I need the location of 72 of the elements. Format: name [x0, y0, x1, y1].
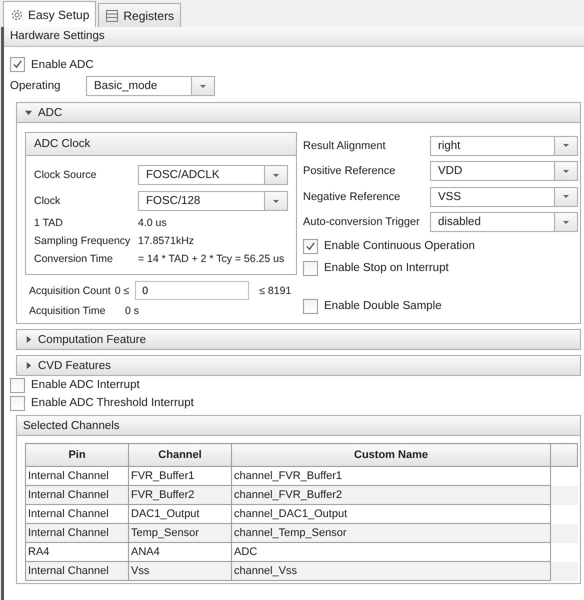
gear-icon	[10, 8, 24, 22]
field-label: Negative Reference	[303, 190, 402, 203]
dropdown[interactable]: Basic_mode	[86, 76, 215, 96]
checkbox-label: Enable ADC	[31, 58, 94, 70]
column-header: Pin	[26, 444, 128, 466]
upper-bound: ≤ 8191	[259, 284, 292, 296]
section-header[interactable]: CVD Features	[16, 355, 581, 376]
list-icon	[105, 8, 120, 22]
tab[interactable]: Easy Setup	[3, 1, 96, 27]
check-icon	[12, 59, 23, 70]
field-label: Auto-conversion Trigger	[303, 216, 421, 228]
dropdown[interactable]: FOSC/ADCLK	[138, 165, 288, 185]
table-cell: Internal Channel	[26, 486, 128, 504]
caret-icon	[272, 198, 280, 204]
checkbox-label: Enable Stop on Interrupt	[324, 262, 449, 274]
field-label: Operating	[10, 80, 62, 92]
caret-icon	[562, 168, 570, 174]
field-label: Clock	[34, 195, 62, 207]
caret-icon	[562, 143, 570, 148]
section-header: Hardware Settings	[4, 27, 584, 47]
checkbox-label: Enable Continuous Operation	[324, 240, 475, 252]
checkbox-label: Enable ADC Threshold Interrupt	[31, 397, 194, 409]
section-header[interactable]: Computation Feature	[16, 329, 581, 350]
expand-icon	[25, 362, 32, 369]
table-cell: channel_Temp_Sensor	[232, 524, 550, 542]
caret-icon	[272, 172, 280, 178]
group-header: ADC Clock	[26, 133, 296, 156]
field-label: Result Alignment	[303, 140, 387, 152]
expand-icon	[25, 109, 32, 116]
table-cell: Vss	[128, 562, 232, 580]
section-header: Selected Channels	[17, 416, 580, 436]
field-label: Positive Reference	[303, 165, 396, 178]
checkbox[interactable]	[10, 378, 25, 392]
checkbox-label: Enable Double Sample	[324, 300, 442, 312]
checkbox[interactable]	[10, 396, 25, 410]
field-label: Clock Source	[34, 169, 98, 181]
info-value: 4.0 us	[138, 217, 167, 229]
dropdown[interactable]: VSS	[430, 186, 578, 207]
table-cell: channel_FVR_Buffer2	[232, 486, 550, 504]
column-header: Custom Name	[232, 444, 550, 466]
lower-bound: 0 ≤	[114, 284, 130, 296]
checkbox[interactable]	[303, 260, 318, 276]
info-value: 17.8571kHz	[138, 235, 194, 247]
table-cell: Internal Channel	[26, 524, 128, 542]
dropdown[interactable]: disabled	[430, 212, 578, 232]
expand-icon	[25, 336, 32, 343]
info-label: Acquisition Time	[29, 305, 106, 317]
dropdown[interactable]: FOSC/128	[138, 191, 288, 211]
column-header: Channel	[128, 444, 232, 466]
checkbox-label: Enable ADC Interrupt	[31, 379, 140, 391]
info-label: Sampling Frequency	[34, 235, 132, 247]
table-cell: channel_Vss	[232, 562, 550, 580]
section-header[interactable]: ADC	[17, 103, 580, 123]
check-icon	[305, 240, 316, 252]
info-value: 0 s	[125, 305, 140, 317]
caret-icon	[562, 194, 570, 200]
info-label: 1 TAD	[34, 217, 64, 229]
checkbox[interactable]	[10, 57, 25, 72]
field-label: Acquisition Count	[29, 284, 111, 296]
table-cell: Internal Channel	[26, 562, 128, 580]
table-cell: FVR_Buffer2	[128, 486, 232, 504]
input-field[interactable]: 0	[135, 281, 250, 300]
tab[interactable]: Registers	[98, 3, 182, 27]
dropdown[interactable]: VDD	[430, 161, 578, 182]
table-cell: Temp_Sensor	[128, 524, 232, 542]
checkbox[interactable]	[303, 298, 318, 314]
info-value: = 14 * TAD + 2 * Tcy = 56.25 us	[138, 253, 284, 265]
checkbox[interactable]	[303, 238, 318, 254]
caret-icon	[562, 220, 570, 225]
dropdown[interactable]: right	[430, 136, 578, 156]
info-label: Conversion Time	[34, 253, 114, 265]
caret-icon	[199, 84, 207, 88]
